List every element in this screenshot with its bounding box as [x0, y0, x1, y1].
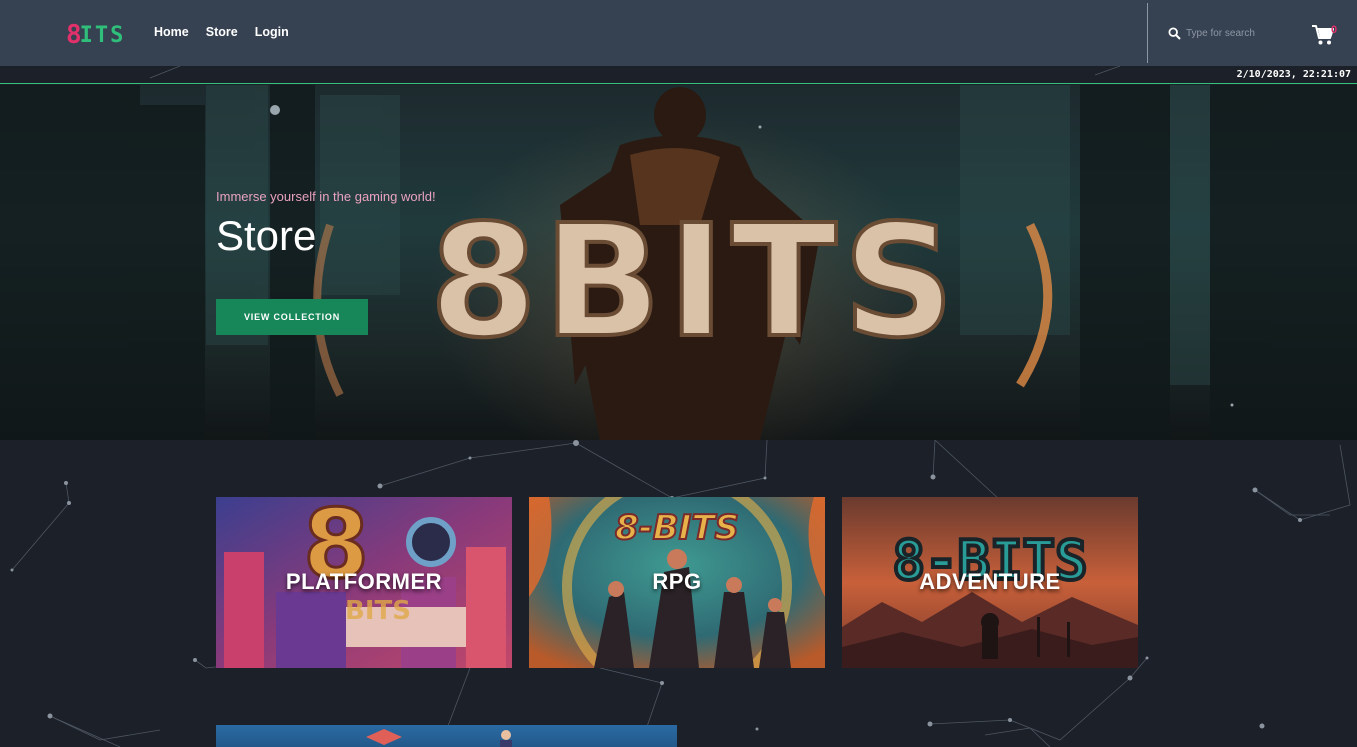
nav-divider — [1147, 3, 1148, 63]
view-collection-button[interactable]: VIEW COLLECTION — [216, 299, 368, 335]
category-grid: 8 BITS PLATFORMER 8-BITS RPG 8-BITS ADVE… — [216, 497, 1138, 668]
cart-count-badge: 0 — [1331, 24, 1338, 36]
hero-content: Immerse yourself in the gaming world! St… — [216, 189, 436, 335]
hero-title: Store — [216, 212, 317, 259]
logo-bits: ITS — [79, 22, 126, 48]
featured-card-partial[interactable] — [216, 725, 677, 747]
top-navbar: 8 ITS Home Store Login 0 — [0, 0, 1357, 66]
nav-store-link[interactable]: Store — [206, 25, 238, 39]
category-label: PLATFORMER — [285, 569, 443, 594]
rpg-art-text: 8-BITS — [615, 508, 739, 548]
logo-eight: 8 — [66, 20, 82, 50]
current-datetime: 2/10/2023, 22:21:07 — [1236, 69, 1351, 80]
featured-artwork — [366, 729, 512, 747]
nav-home-link[interactable]: Home — [154, 25, 189, 39]
datetime-strip: 2/10/2023, 22:21:07 — [0, 66, 1357, 84]
nav-login-link[interactable]: Login — [255, 25, 289, 39]
hero-tagline: Immerse yourself in the gaming world! — [216, 189, 436, 204]
main-nav: Home Store Login — [154, 25, 289, 39]
search-input[interactable] — [1186, 24, 1296, 42]
category-card-rpg[interactable]: 8-BITS RPG — [529, 497, 825, 668]
platformer-art-text: BITS — [345, 596, 411, 626]
category-label: RPG — [652, 569, 702, 594]
category-card-adventure[interactable]: 8-BITS ADVENTURE — [842, 497, 1138, 668]
search-icon[interactable] — [1168, 27, 1181, 40]
hero-banner: 8BITS Immerse yourself in the gaming wor… — [0, 85, 1357, 440]
hero-art-text: 8BITS — [429, 191, 960, 372]
hero-artwork: 8BITS — [0, 85, 1357, 440]
category-card-platformer[interactable]: 8 BITS PLATFORMER — [216, 497, 512, 668]
brand-logo[interactable]: 8 ITS — [66, 20, 125, 50]
category-label: ADVENTURE — [919, 569, 1061, 594]
